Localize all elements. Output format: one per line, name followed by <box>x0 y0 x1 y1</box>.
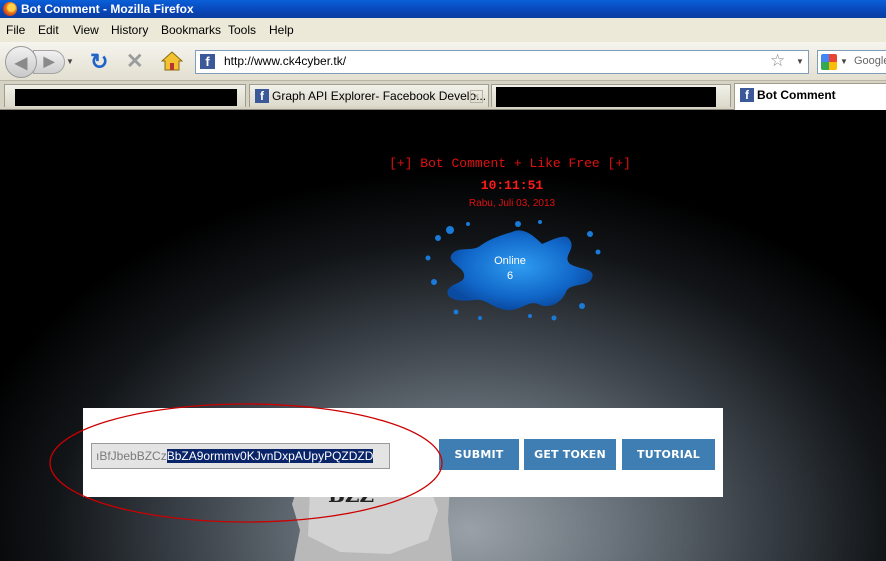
stop-icon[interactable]: ✕ <box>126 49 144 74</box>
redaction <box>15 89 237 106</box>
url-dropdown-icon[interactable]: ▼ <box>796 57 804 66</box>
tab-bot-comment[interactable]: f Bot Comment <box>734 83 886 110</box>
forward-arrow-icon: ▶ <box>43 53 55 69</box>
history-dropdown-icon[interactable]: ▼ <box>66 57 74 66</box>
facebook-icon: f <box>255 89 269 103</box>
menu-view[interactable]: View <box>73 23 99 37</box>
tab-1[interactable] <box>4 84 246 107</box>
address-bar[interactable]: f http://www.ck4cyber.tk/ ☆ ▼ <box>195 50 809 74</box>
tab-close-icon[interactable]: × <box>470 90 483 103</box>
tab-3[interactable] <box>491 84 731 107</box>
page-heading: [+] Bot Comment + Like Free [+] <box>389 156 631 171</box>
bookmark-star-icon[interactable]: ☆ <box>770 51 785 71</box>
firefox-logo-icon <box>3 2 17 16</box>
menu-help[interactable]: Help <box>269 23 294 37</box>
search-engine-dropdown-icon[interactable]: ▼ <box>840 57 848 66</box>
get-token-button[interactable]: GET TOKEN <box>524 439 616 470</box>
menu-history[interactable]: History <box>111 23 148 37</box>
forward-button[interactable]: ▶ <box>33 50 65 74</box>
reload-icon[interactable]: ↻ <box>90 49 108 75</box>
redaction <box>496 87 716 107</box>
date: Rabu, Juli 03, 2013 <box>468 198 556 209</box>
back-button[interactable]: ◀ <box>5 46 37 78</box>
url-text[interactable]: http://www.ck4cyber.tk/ <box>224 54 346 68</box>
back-arrow-icon: ◀ <box>14 55 28 72</box>
tab-graph-api-explorer[interactable]: f Graph API Explorer- Facebook Develo...… <box>249 84 489 107</box>
search-placeholder[interactable]: Google <box>854 55 886 67</box>
clock: 10:11:51 <box>480 178 544 193</box>
facebook-favicon-icon: f <box>200 54 215 69</box>
menu-file[interactable]: File <box>6 23 25 37</box>
tab-label: Bot Comment <box>757 88 836 102</box>
submit-button[interactable]: SUBMIT <box>439 439 519 470</box>
red-highlight-ellipse <box>49 403 443 523</box>
menu-edit[interactable]: Edit <box>38 23 59 37</box>
tab-label: Graph API Explorer- Facebook Develo... <box>272 89 487 103</box>
google-icon[interactable] <box>821 54 837 70</box>
facebook-icon: f <box>740 88 754 102</box>
menu-bookmarks[interactable]: Bookmarks <box>161 23 221 37</box>
menu-bar: File Edit View History Bookmarks Tools H… <box>0 18 886 43</box>
title-bar: Bot Comment - Mozilla Firefox <box>0 0 886 18</box>
menu-tools[interactable]: Tools <box>228 23 256 37</box>
tutorial-button[interactable]: TUTORIAL <box>622 439 715 470</box>
online-count: 6 <box>506 270 514 282</box>
home-icon[interactable] <box>161 51 183 71</box>
window-title: Bot Comment - Mozilla Firefox <box>21 2 194 16</box>
search-box[interactable]: ▼ Google <box>817 50 886 74</box>
online-label: Online <box>494 255 526 267</box>
